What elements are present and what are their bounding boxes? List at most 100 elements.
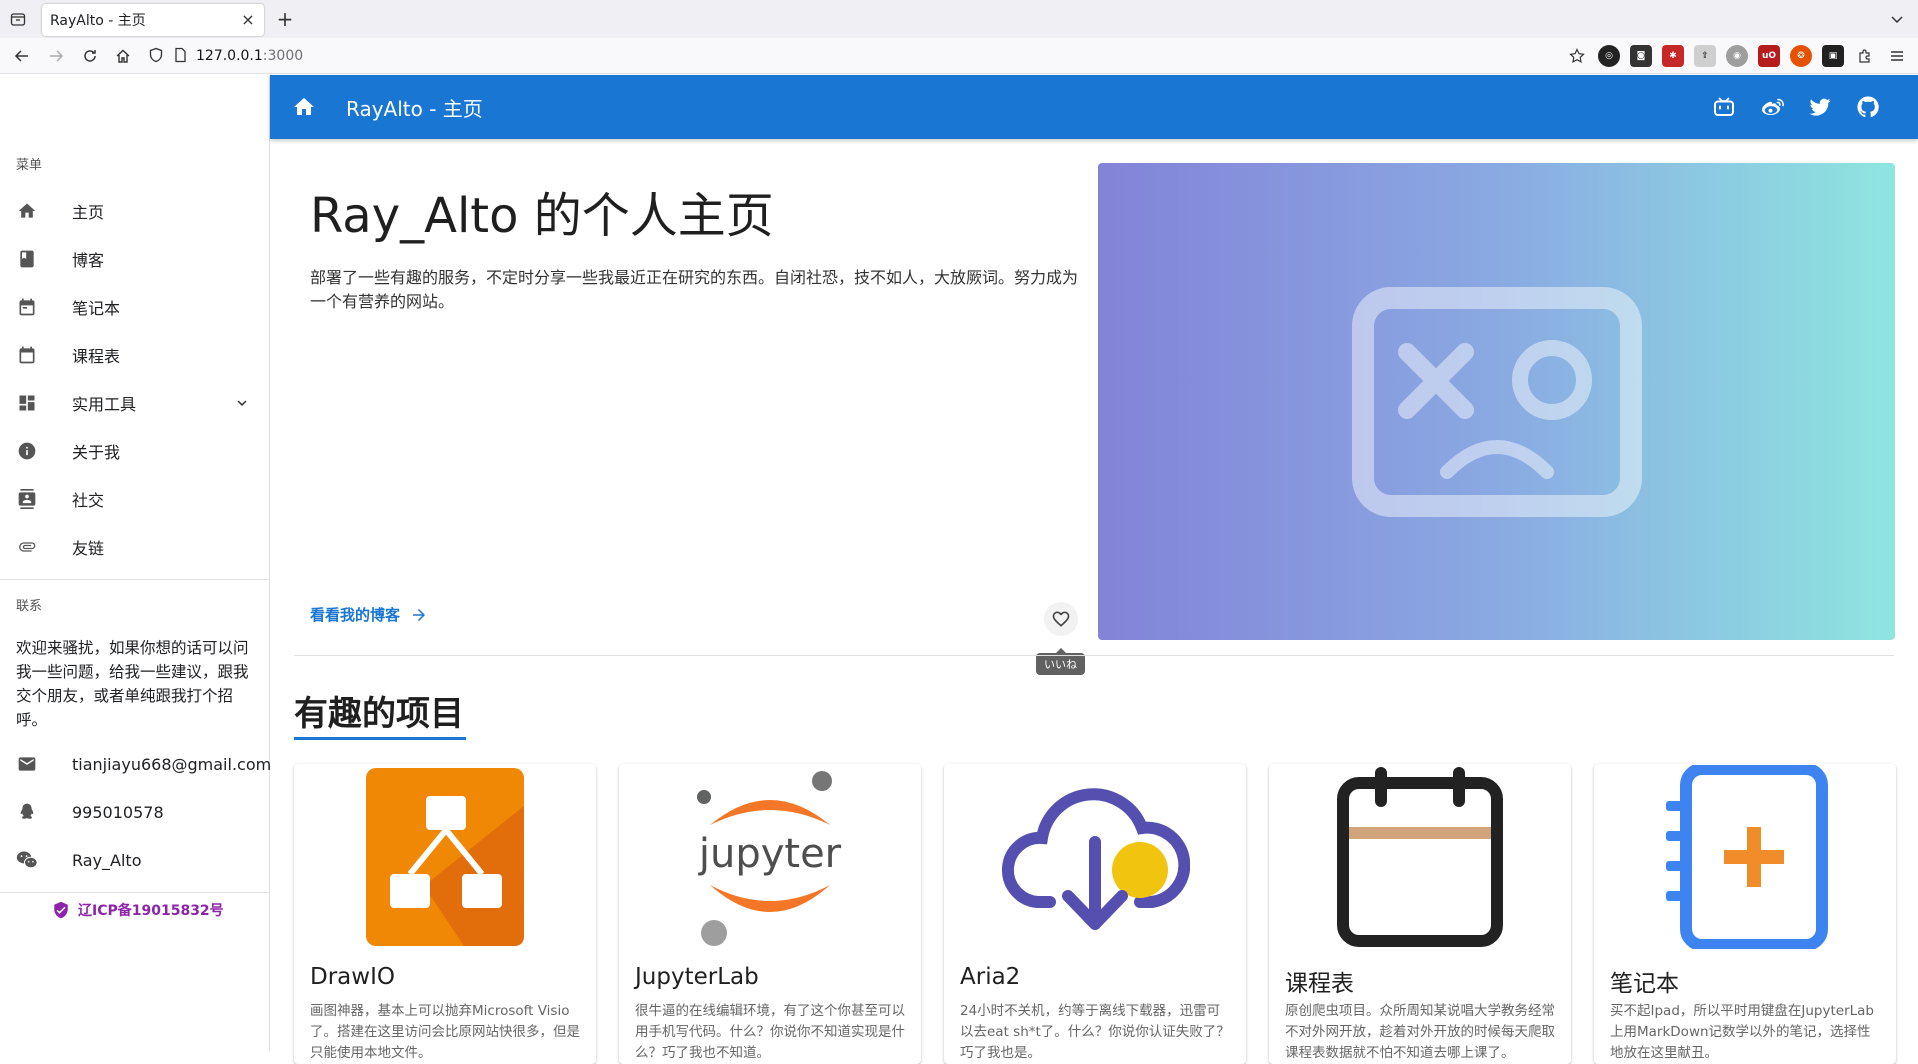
broken-image-sad-face-icon bbox=[1347, 282, 1647, 522]
icp-link[interactable]: 辽ICP备19015832号 bbox=[52, 900, 224, 920]
forward-icon[interactable] bbox=[46, 46, 66, 66]
github-icon[interactable] bbox=[1856, 95, 1880, 119]
extension-wheel-icon[interactable]: ❂ bbox=[1790, 45, 1812, 67]
sidebar-item-label: 主页 bbox=[72, 203, 105, 222]
url-port: :3000 bbox=[262, 48, 304, 64]
dashboard-icon bbox=[16, 392, 38, 414]
link-icon bbox=[16, 536, 38, 558]
sidebar-item-label: 实用工具 bbox=[72, 395, 137, 414]
new-tab-icon[interactable]: + bbox=[274, 8, 296, 30]
extension-terminal-icon[interactable]: ▣ bbox=[1822, 45, 1844, 67]
page-info-icon[interactable] bbox=[172, 47, 190, 65]
card-description: 24小时不关机，约等于离线下载器，迅雷可以去eat sh*t了。什么？你说你认证… bbox=[960, 1003, 1230, 1061]
browser-tab-title: RayAlto - 主页 bbox=[50, 13, 146, 29]
sidebar-item-label: 博客 bbox=[72, 251, 105, 270]
verified-shield-icon bbox=[52, 901, 70, 919]
contact-message: 欢迎来骚扰，如果你想的话可以问我一些问题，给我一些建议，跟我交个朋友，或者单纯跟… bbox=[16, 639, 249, 729]
tab-overview-icon[interactable] bbox=[8, 9, 28, 29]
project-card-jupyterlab[interactable]: jupyter JupyterLab 很牛逼的在线编辑环境，有了这个你甚至可以用… bbox=[619, 764, 921, 1064]
sidebar-contact-header: 联系 bbox=[16, 599, 43, 614]
info-icon bbox=[16, 440, 38, 462]
contact-item-qq[interactable]: 995010578 bbox=[0, 788, 269, 836]
app-title: RayAlto - 主页 bbox=[346, 97, 483, 121]
sidebar-item-home[interactable]: 主页 bbox=[0, 187, 269, 235]
weibo-icon[interactable] bbox=[1760, 95, 1784, 119]
sidebar-item-label: 社交 bbox=[72, 491, 105, 510]
app-bar: RayAlto - 主页 bbox=[270, 75, 1918, 139]
bookmark-star-icon[interactable] bbox=[1566, 45, 1588, 67]
sidebar-item-notebook[interactable]: 笔记本 bbox=[0, 283, 269, 331]
home-page-icon[interactable] bbox=[113, 46, 133, 66]
contact-wechat-label: Ray_Alto bbox=[72, 850, 142, 870]
reload-icon[interactable] bbox=[80, 46, 100, 66]
contact-item-wechat[interactable]: Ray_Alto bbox=[0, 836, 269, 884]
card-title: Aria2 bbox=[960, 964, 1021, 990]
book-icon bbox=[16, 248, 38, 270]
icp-label: 辽ICP备19015832号 bbox=[78, 903, 224, 919]
hamburger-menu-icon[interactable] bbox=[1886, 45, 1908, 67]
card-title: 笔记本 bbox=[1610, 971, 1679, 997]
projects-heading: 有趣的项目 bbox=[294, 694, 464, 734]
sidebar-item-tools[interactable]: 实用工具 bbox=[0, 379, 269, 427]
chevron-down-icon[interactable] bbox=[1888, 10, 1906, 28]
sidebar-item-friend-links[interactable]: 友链 bbox=[0, 523, 269, 571]
contact-item-email[interactable]: tianjiayu668@gmail.com bbox=[0, 740, 272, 788]
project-card-schedule[interactable]: 课程表 原创爬虫项目。众所周知某说唱大学教务经常不对外网开放，趁着对外开放的时候… bbox=[1269, 764, 1571, 1064]
extension-mask-icon[interactable]: ◙ bbox=[1630, 45, 1652, 67]
sidebar-item-label: 友链 bbox=[72, 539, 105, 558]
svg-text:jupyter: jupyter bbox=[698, 831, 842, 877]
card-description: 很牛逼的在线编辑环境，有了这个你甚至可以用手机写代码。什么？你说你不知道实现是什… bbox=[635, 1003, 905, 1061]
project-card-drawio[interactable]: DrawIO 画图神器，基本上可以抛弃Microsoft Visio了。搭建在这… bbox=[294, 764, 596, 1064]
sidebar-item-label: 课程表 bbox=[72, 347, 121, 366]
back-icon[interactable] bbox=[12, 46, 32, 66]
project-card-notebook[interactable]: 笔记本 买不起Ipad，所以平时用键盘在JupyterLab上用MarkDown… bbox=[1594, 764, 1896, 1064]
sidebar-item-schedule[interactable]: 课程表 bbox=[0, 331, 269, 379]
qq-icon bbox=[16, 801, 38, 823]
sidebar-item-blog[interactable]: 博客 bbox=[0, 235, 269, 283]
card-description: 画图神器，基本上可以抛弃Microsoft Visio了。搭建在这里访问会比原网… bbox=[310, 1003, 580, 1061]
like-tooltip: いいね bbox=[1036, 648, 1085, 675]
contacts-icon bbox=[16, 488, 38, 510]
url-bar[interactable]: 127.0.0.1:3000 bbox=[148, 42, 1568, 70]
chevron-down-icon[interactable] bbox=[233, 394, 251, 412]
contact-qq-label: 995010578 bbox=[72, 802, 164, 822]
ublock-icon[interactable]: uO bbox=[1758, 45, 1780, 67]
browser-tab-active[interactable]: RayAlto - 主页 × bbox=[42, 4, 264, 36]
extension-upload-icon[interactable]: ⇪ bbox=[1694, 45, 1716, 67]
sidebar-item-about[interactable]: 关于我 bbox=[0, 427, 269, 475]
wechat-icon bbox=[16, 849, 38, 871]
view-blog-label: 看看我的博客 bbox=[310, 606, 401, 624]
hero-title: Ray_Alto 的个人主页 bbox=[310, 188, 774, 244]
browser-navigation-bar: 127.0.0.1:3000 ◎ ◙ ✱ ⇪ ◉ uO ❂ ▣ bbox=[0, 38, 1918, 74]
jupyter-logo-icon: jupyter bbox=[619, 764, 921, 950]
card-title: 课程表 bbox=[1285, 971, 1354, 997]
drawio-logo-icon bbox=[294, 764, 596, 950]
view-blog-link[interactable]: 看看我的博客 bbox=[310, 604, 428, 625]
card-title: JupyterLab bbox=[635, 964, 759, 990]
card-description: 原创爬虫项目。众所周知某说唱大学教务经常不对外网开放，趁着对外开放的时候每天爬取… bbox=[1285, 1003, 1555, 1061]
mail-icon bbox=[16, 753, 38, 775]
aria2-cloud-download-icon bbox=[944, 764, 1246, 950]
hero-image-placeholder bbox=[1098, 163, 1895, 640]
extensions-puzzle-icon[interactable] bbox=[1854, 45, 1876, 67]
notebook-icon bbox=[16, 296, 38, 318]
extension-globe-icon[interactable]: ◎ bbox=[1598, 45, 1620, 67]
sidebar-item-label: 关于我 bbox=[72, 443, 121, 462]
close-icon[interactable]: × bbox=[240, 12, 256, 28]
like-button[interactable] bbox=[1044, 602, 1078, 636]
heart-icon bbox=[1051, 609, 1071, 629]
extension-owl-icon[interactable]: ◉ bbox=[1726, 45, 1748, 67]
sidebar-divider bbox=[0, 579, 269, 580]
extension-toolbar: ◎ ◙ ✱ ⇪ ◉ uO ❂ ▣ bbox=[1566, 45, 1908, 67]
twitter-icon[interactable] bbox=[1808, 95, 1832, 119]
sidebar-divider bbox=[0, 892, 269, 893]
extension-puzzle-red-icon[interactable]: ✱ bbox=[1662, 45, 1684, 67]
contact-email-label: tianjiayu668@gmail.com bbox=[72, 754, 272, 774]
hero-description: 部署了一些有趣的服务，不定时分享一些我最近正在研究的东西。自闭社恐，技不如人，大… bbox=[310, 268, 1079, 311]
home-icon[interactable] bbox=[292, 95, 316, 119]
tracking-protection-icon[interactable] bbox=[148, 47, 166, 65]
bilibili-icon[interactable] bbox=[1712, 95, 1736, 119]
sidebar-item-social[interactable]: 社交 bbox=[0, 475, 269, 523]
notebook-add-icon bbox=[1594, 764, 1896, 950]
project-card-aria2[interactable]: Aria2 24小时不关机，约等于离线下载器，迅雷可以去eat sh*t了。什么… bbox=[944, 764, 1246, 1064]
